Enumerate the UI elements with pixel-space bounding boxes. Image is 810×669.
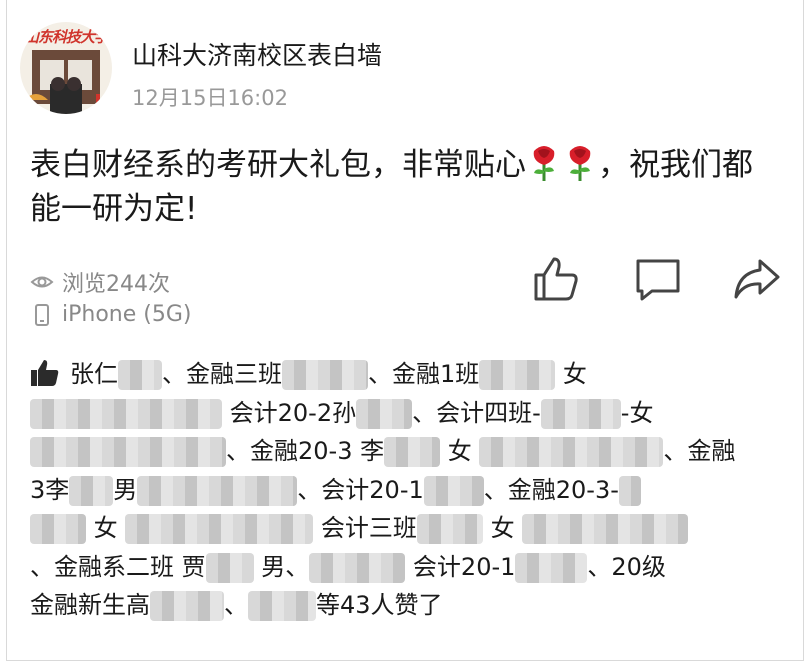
liker-name[interactable]: 女 xyxy=(94,514,118,542)
redacted-text xyxy=(522,514,689,544)
liker-name[interactable]: 金融新生高 xyxy=(30,591,150,619)
liker-name[interactable]: 、金融1班 xyxy=(368,360,479,388)
redacted-text xyxy=(137,475,298,506)
share-icon[interactable] xyxy=(730,253,782,305)
liker-name[interactable]: 、金融三班 xyxy=(162,360,282,388)
liker-name[interactable]: 、会计四班- xyxy=(412,399,541,427)
redacted-text xyxy=(423,475,484,506)
liker-name[interactable]: 男、 xyxy=(261,553,309,581)
liker-name[interactable]: 、金融20-3 李 xyxy=(226,437,384,465)
liker-name[interactable]: 、20级 xyxy=(587,553,666,581)
redacted-text xyxy=(384,437,441,467)
content-text-prefix: 表白财经系的考研大礼包，非常贴心 xyxy=(30,147,526,183)
avatar[interactable]: 山东科技大学 xyxy=(20,22,112,114)
like-icon[interactable] xyxy=(530,253,582,305)
rose-icon xyxy=(533,146,555,181)
redacted-text xyxy=(416,514,483,544)
liker-name[interactable]: 、会计20-1 xyxy=(297,476,423,504)
redacted-text xyxy=(118,360,162,390)
redacted-text xyxy=(248,591,316,621)
post-content: 表白财经系的考研大礼包，非常贴心 ，祝我们都能一研为定! xyxy=(30,143,770,231)
liker-name[interactable]: 女 xyxy=(491,514,515,542)
view-count: 浏览244次 xyxy=(30,266,170,298)
redacted-text xyxy=(479,437,664,467)
redacted-text xyxy=(515,552,588,583)
device-text: iPhone (5G) xyxy=(62,302,192,327)
redacted-text xyxy=(205,552,254,583)
redacted-text xyxy=(69,475,114,506)
redacted-text xyxy=(282,360,368,390)
liker-name[interactable]: 、金融20-3- xyxy=(484,476,619,504)
liker-name[interactable]: 、金融 xyxy=(663,437,735,465)
liker-name[interactable]: -女 xyxy=(621,399,654,427)
liker-name[interactable]: 男 xyxy=(113,476,137,504)
redacted-text xyxy=(30,437,226,467)
liker-name[interactable]: 3李 xyxy=(30,476,69,504)
author-name[interactable]: 山科大济南校区表白墙 xyxy=(132,36,382,72)
redacted-text xyxy=(479,360,556,390)
device-info: iPhone (5G) xyxy=(30,302,191,327)
liker-name[interactable]: 会计20-2孙 xyxy=(230,399,356,427)
avatar-photo xyxy=(24,50,100,114)
liker-name[interactable]: 张仁 xyxy=(70,360,118,388)
post-time: 12月15日16:02 xyxy=(132,86,288,110)
redacted-text xyxy=(30,514,86,544)
liker-name[interactable]: 、金融系二班 贾 xyxy=(30,553,206,581)
rose-icon xyxy=(569,146,591,181)
redacted-text xyxy=(150,591,224,621)
redacted-text xyxy=(356,398,413,429)
redacted-text xyxy=(618,475,641,506)
redacted-text xyxy=(309,552,406,583)
redacted-text xyxy=(30,398,222,429)
comment-icon[interactable] xyxy=(632,253,684,305)
thumbs-up-icon xyxy=(31,360,59,386)
like-count-text[interactable]: 等43人赞了 xyxy=(316,591,443,619)
redacted-text xyxy=(125,514,314,544)
redacted-text xyxy=(540,398,621,429)
likes-list: 张仁 、金融三班 、金融1班 女 会计20-2孙 、会计四班- -女 、金融20-3 李 … xyxy=(30,355,782,625)
eye-icon xyxy=(30,276,54,288)
liker-name[interactable]: 、 xyxy=(224,591,248,619)
view-count-text: 浏览244次 xyxy=(62,272,170,297)
phone-icon xyxy=(35,303,49,326)
liker-name[interactable]: 会计20-1 xyxy=(413,553,515,581)
liker-name[interactable]: 会计三班 xyxy=(321,514,417,542)
liker-name[interactable]: 女 xyxy=(563,360,587,388)
liker-name[interactable]: 女 xyxy=(448,437,472,465)
